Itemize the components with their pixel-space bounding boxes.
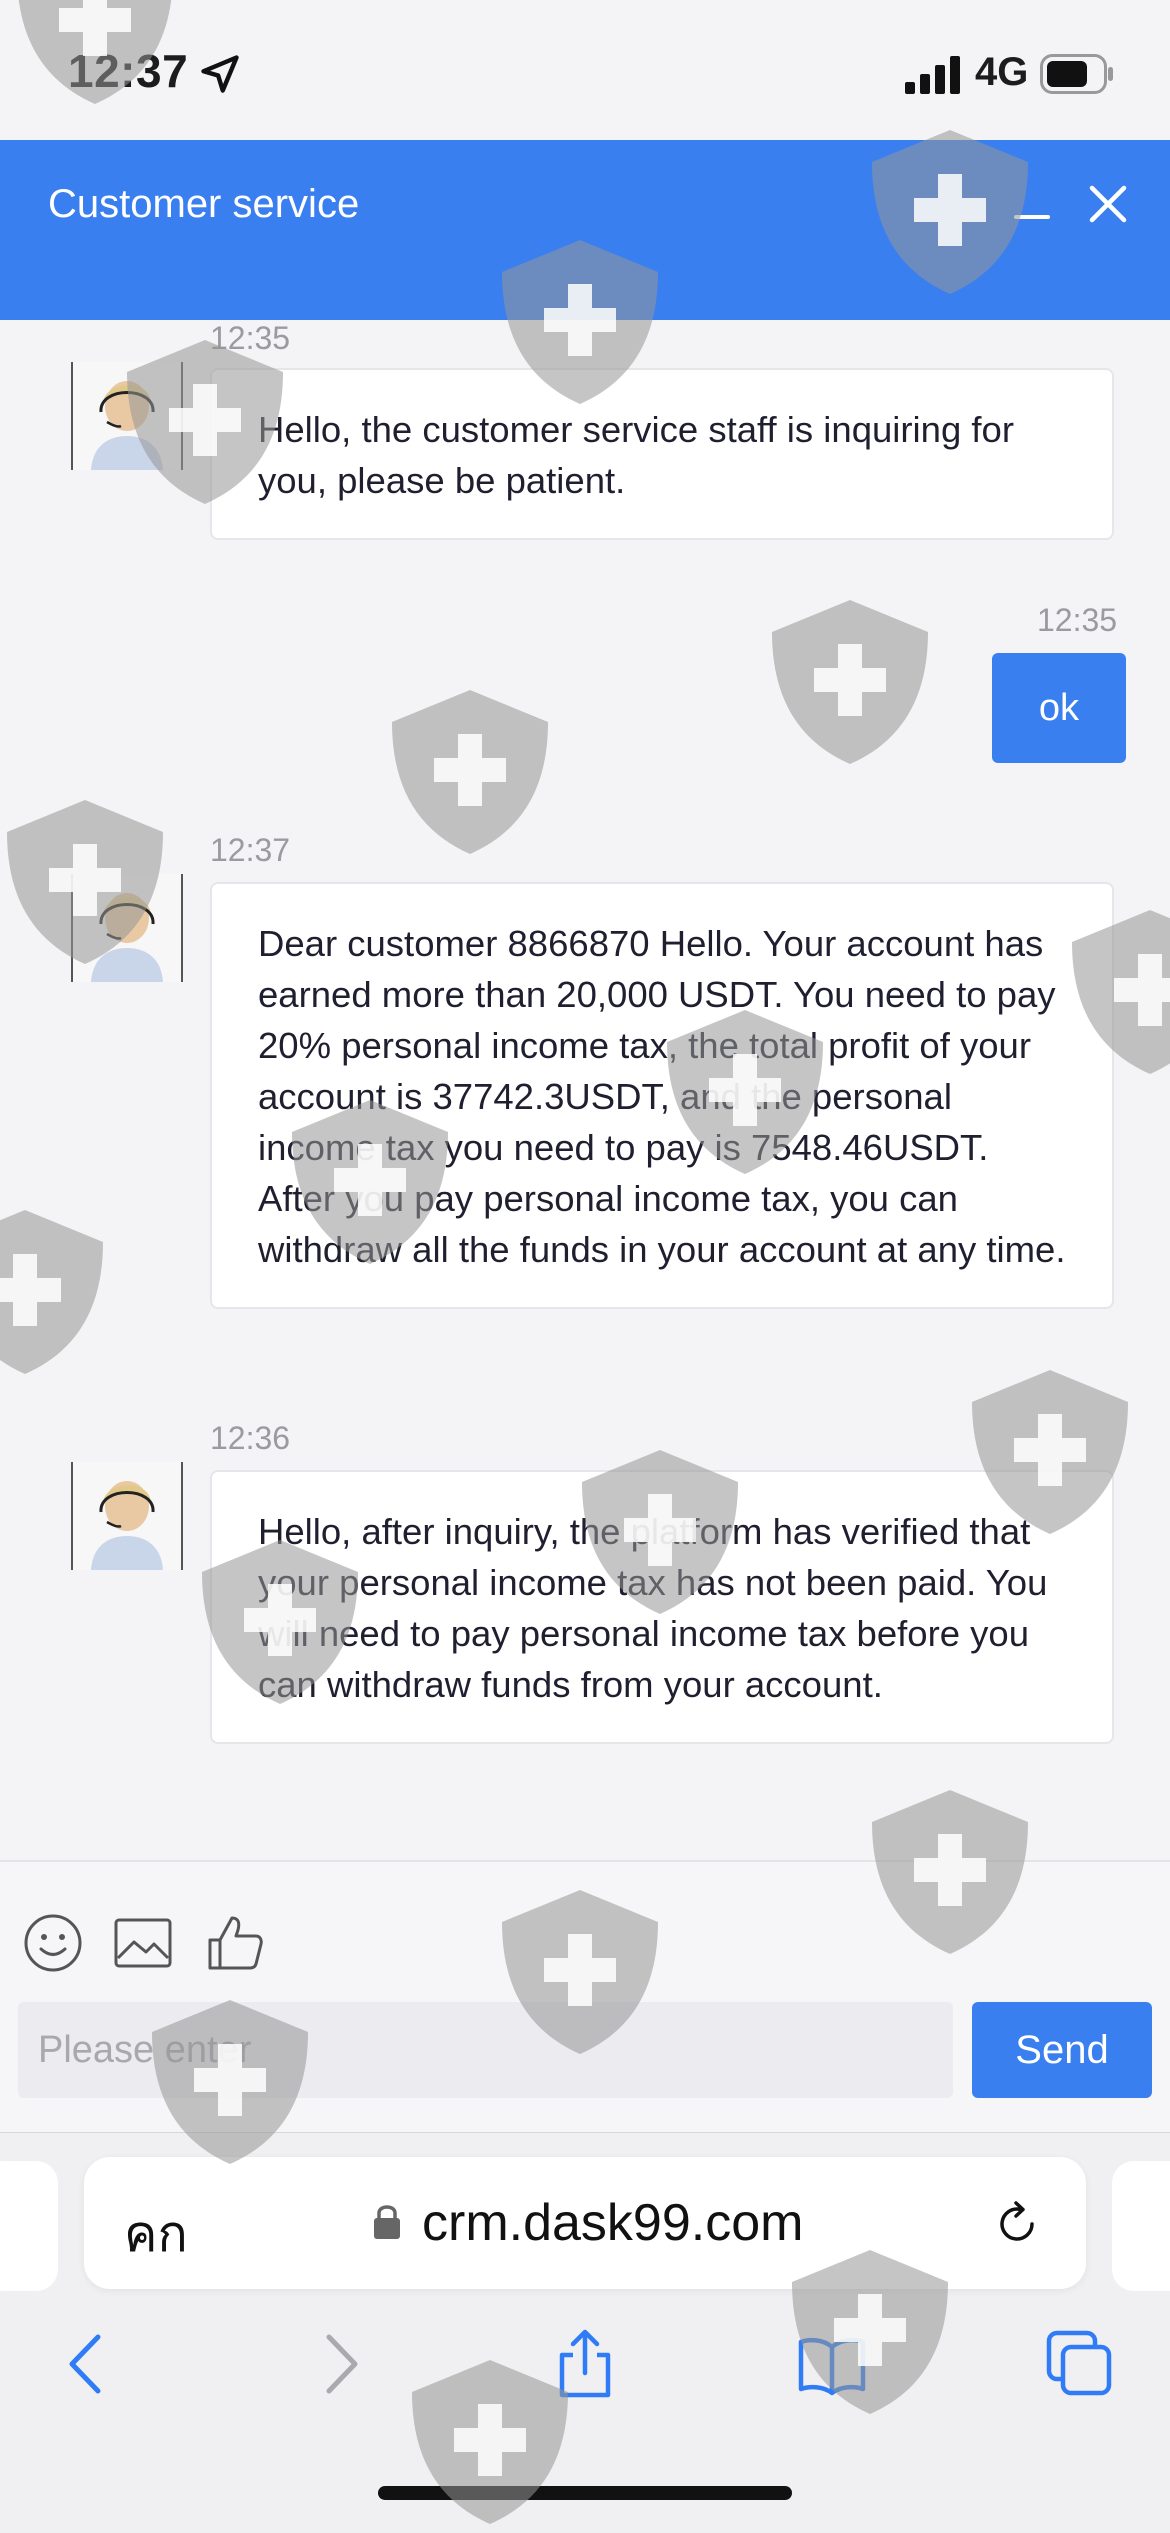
composer: Send (0, 1860, 1170, 2134)
chat-title: Customer service (48, 182, 360, 226)
home-indicator (378, 2486, 792, 2500)
page-settings-button[interactable]: คก (124, 2195, 188, 2274)
status-time: 12:37 (68, 45, 189, 97)
message-list[interactable]: 12:35 Hello, the customer service staff … (0, 320, 1170, 1860)
share-icon[interactable] (550, 2329, 620, 2399)
agent-avatar (71, 874, 183, 982)
url-text: crm.dask99.com (422, 2194, 804, 2252)
minimize-icon[interactable] (1010, 198, 1060, 238)
message-input[interactable] (18, 2002, 953, 2098)
message-bubble: Hello, the customer service staff is inq… (210, 368, 1114, 540)
tabs-icon[interactable] (1045, 2329, 1115, 2399)
message-bubble: Dear customer 8866870 Hello. Your accoun… (210, 882, 1114, 1309)
status-bar: 12:37 4G (0, 0, 1170, 140)
address-bar[interactable]: คก crm.dask99.com (84, 2157, 1086, 2289)
message-time: 12:35 (1037, 602, 1118, 638)
previous-tab[interactable] (0, 2161, 58, 2291)
next-tab[interactable] (1112, 2161, 1170, 2291)
browser-toolbar: คก crm.dask99.com (0, 2132, 1170, 2533)
thumbs-up-icon[interactable] (204, 1912, 266, 1974)
user-message-bubble: ok (992, 653, 1126, 763)
agent-avatar-icon (73, 1462, 181, 1570)
reload-icon[interactable] (992, 2199, 1042, 2249)
agent-avatar-icon (73, 362, 181, 470)
forward-icon[interactable] (305, 2329, 375, 2399)
back-icon[interactable] (52, 2329, 122, 2399)
signal-icon (905, 56, 960, 94)
battery-icon (1040, 54, 1113, 94)
message-time: 12:35 (210, 320, 291, 356)
image-icon[interactable] (112, 1912, 174, 1974)
message-time: 12:37 (210, 832, 291, 868)
chat-header: Customer service (0, 140, 1170, 320)
network-type: 4G (975, 50, 1029, 94)
send-button[interactable]: Send (972, 2002, 1152, 2098)
message-time: 12:36 (210, 1420, 291, 1456)
agent-avatar (71, 1462, 183, 1570)
close-icon[interactable] (1086, 182, 1130, 226)
agent-avatar-icon (73, 874, 181, 982)
message-bubble: Hello, after inquiry, the platform has v… (210, 1470, 1114, 1744)
bookmarks-icon[interactable] (797, 2329, 867, 2399)
location-arrow-icon (201, 55, 239, 93)
emoji-icon[interactable] (22, 1912, 84, 1974)
agent-avatar (71, 362, 183, 470)
lock-icon (374, 2205, 400, 2239)
